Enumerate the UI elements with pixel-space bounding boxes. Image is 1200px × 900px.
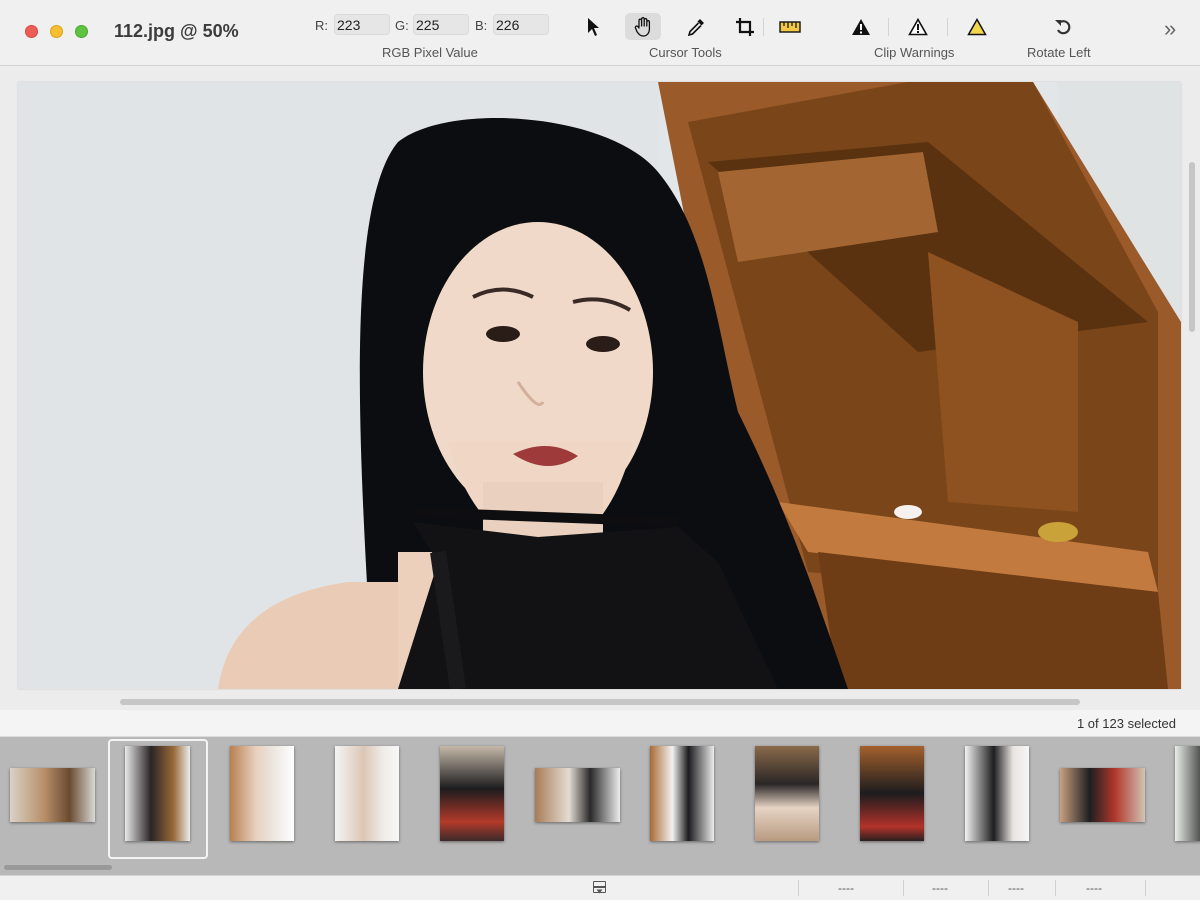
rotate-left-icon — [1055, 19, 1071, 34]
crop-tool-button[interactable] — [727, 13, 763, 40]
ruler-icon — [779, 20, 801, 33]
thumbnail[interactable] — [440, 746, 504, 841]
bottom-divider — [903, 880, 904, 896]
arrow-cursor-icon — [588, 17, 599, 36]
clip-warnings-label: Clip Warnings — [874, 45, 955, 60]
yellow-warning-icon — [967, 17, 987, 35]
bottom-field-1: ---- — [838, 881, 854, 895]
b-value-field: 226 — [493, 14, 549, 35]
horizontal-scrollbar[interactable] — [120, 699, 1080, 705]
vertical-scrollbar[interactable] — [1189, 162, 1195, 332]
thumbnail[interactable] — [230, 746, 294, 841]
eyedropper-icon — [687, 18, 704, 36]
minimize-window-button[interactable] — [50, 25, 63, 38]
filmstrip-scrollbar[interactable] — [4, 865, 112, 870]
thumbnail[interactable] — [650, 746, 714, 841]
g-label: G: — [395, 18, 409, 33]
bottom-bar: ---- ---- ---- ---- — [0, 875, 1200, 900]
thumbnail[interactable] — [1175, 746, 1200, 841]
selection-status-bar: 1 of 123 selected — [0, 710, 1200, 737]
black-clip-warning-button[interactable] — [843, 13, 879, 40]
filmstrip[interactable] — [0, 737, 1200, 875]
bottom-divider — [988, 880, 989, 896]
photo-illustration — [18, 82, 1181, 689]
bottom-divider — [798, 880, 799, 896]
rgb-group-label: RGB Pixel Value — [382, 45, 478, 60]
selection-count: 1 of 123 selected — [1076, 716, 1176, 731]
hand-tool-button[interactable] — [625, 13, 661, 40]
ruler-tool-button[interactable] — [772, 13, 808, 40]
arrow-tool-button[interactable] — [575, 13, 611, 40]
zoom-window-button[interactable] — [75, 25, 88, 38]
bottom-divider — [1145, 880, 1146, 896]
toolbar-divider — [947, 18, 948, 36]
bottom-field-3: ---- — [1008, 881, 1024, 895]
cursor-tools-label: Cursor Tools — [649, 45, 722, 60]
g-value-field: 225 — [413, 14, 469, 35]
thumbnail[interactable] — [1060, 768, 1145, 822]
bottom-field-2: ---- — [932, 881, 948, 895]
thumbnail[interactable] — [535, 768, 620, 822]
toolbar-divider — [763, 18, 764, 36]
thumbnail[interactable] — [335, 746, 399, 841]
toolbar: 112.jpg @ 50% R: 223 G: 225 B: 226 RGB P… — [0, 0, 1200, 66]
eyedropper-tool-button[interactable] — [678, 13, 714, 40]
b-label: B: — [475, 18, 488, 33]
toolbar-overflow-button[interactable]: » — [1164, 16, 1176, 42]
r-label: R: — [315, 18, 328, 33]
thumbnail[interactable] — [125, 746, 190, 841]
bottom-field-4: ---- — [1086, 881, 1102, 895]
toolbar-divider — [888, 18, 889, 36]
bottom-divider — [1055, 880, 1056, 896]
window-title: 112.jpg @ 50% — [114, 21, 239, 41]
info-toggle-icon[interactable] — [593, 881, 606, 894]
hand-pan-icon — [634, 16, 651, 37]
thumbnail[interactable] — [755, 746, 819, 841]
main-photo — [18, 82, 1181, 689]
thumbnail[interactable] — [860, 746, 924, 841]
outline-warning-icon — [908, 17, 928, 35]
outline-clip-warning-button[interactable] — [900, 13, 936, 40]
thumbnail[interactable] — [10, 768, 95, 822]
thumbnail[interactable] — [965, 746, 1029, 841]
rotate-left-label: Rotate Left — [1027, 45, 1091, 60]
r-value-field: 223 — [334, 14, 390, 35]
image-viewer[interactable] — [0, 66, 1200, 710]
black-warning-icon — [852, 18, 870, 35]
close-window-button[interactable] — [25, 25, 38, 38]
rotate-left-button[interactable] — [1045, 13, 1081, 40]
crop-icon — [736, 17, 754, 36]
yellow-clip-warning-button[interactable] — [959, 13, 995, 40]
